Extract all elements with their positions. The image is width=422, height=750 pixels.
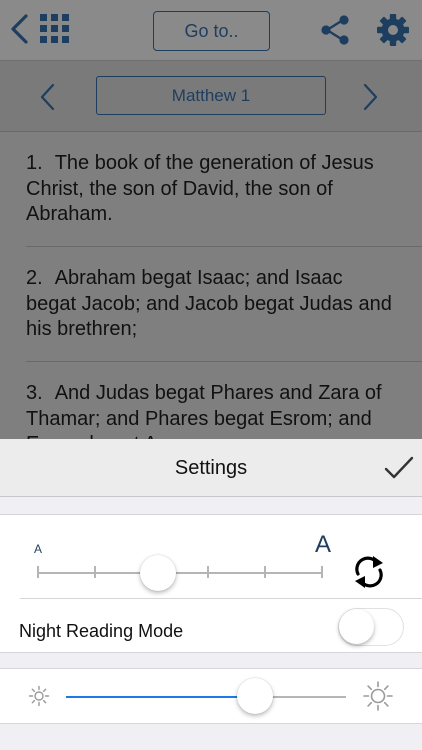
verse-number: 3.	[26, 382, 43, 404]
refresh-icon[interactable]	[352, 553, 386, 591]
font-size-slider-thumb[interactable]	[139, 555, 176, 591]
night-mode-toggle[interactable]	[338, 608, 404, 646]
top-toolbar: Go to..	[0, 0, 422, 60]
share-icon[interactable]	[320, 14, 350, 46]
verse-list: 1. The book of the generation of Jesus Ch…	[0, 132, 422, 440]
font-settings-group: A A Night Reading Mode	[0, 514, 422, 653]
brightness-track	[66, 696, 346, 698]
chapter-navigation: Matthew 1	[0, 60, 422, 132]
checkmark-icon[interactable]	[383, 453, 415, 483]
grid-icon[interactable]	[40, 14, 70, 44]
verse-text: The book of the generation of Jesus Chri…	[26, 152, 374, 225]
brightness-fill	[66, 696, 255, 698]
verse-item[interactable]: 3. And Judas begat Phares and Zara of Tha…	[0, 362, 422, 440]
verse-item[interactable]: 2. Abraham begat Isaac; and Isaac begat J…	[0, 247, 422, 361]
brightness-low-icon	[28, 685, 50, 707]
verse-number: 1.	[26, 152, 43, 174]
font-size-tick	[94, 566, 96, 578]
large-font-label: A	[315, 531, 332, 558]
settings-header: Settings	[0, 439, 422, 497]
verse-item[interactable]: 1. The book of the generation of Jesus Ch…	[0, 132, 422, 246]
goto-button[interactable]: Go to..	[153, 11, 270, 51]
settings-title: Settings	[174, 457, 248, 479]
toggle-knob	[339, 609, 374, 644]
night-mode-label: Night Reading Mode	[19, 621, 184, 641]
settings-panel: Settings A A Night Reading Mode	[0, 439, 422, 750]
divider	[20, 598, 422, 599]
verse-text: Abraham begat Isaac; and Isaac begat Jac…	[26, 267, 392, 340]
font-size-tick	[37, 566, 39, 578]
previous-chapter-icon[interactable]	[38, 81, 58, 113]
gear-icon[interactable]	[376, 13, 410, 47]
font-size-track	[38, 572, 322, 574]
next-chapter-icon[interactable]	[360, 81, 380, 113]
font-size-tick	[264, 566, 266, 578]
brightness-high-icon	[363, 681, 393, 711]
chapter-selector-button[interactable]: Matthew 1	[96, 76, 326, 115]
brightness-group	[0, 668, 422, 724]
chevron-left-icon[interactable]	[6, 12, 34, 46]
brightness-slider-thumb[interactable]	[237, 678, 273, 714]
verse-text: And Judas begat Phares and Zara of Thama…	[26, 382, 382, 440]
verse-number: 2.	[26, 267, 43, 289]
font-size-tick	[207, 566, 209, 578]
small-font-label: A	[34, 542, 43, 556]
font-size-tick	[321, 566, 323, 578]
